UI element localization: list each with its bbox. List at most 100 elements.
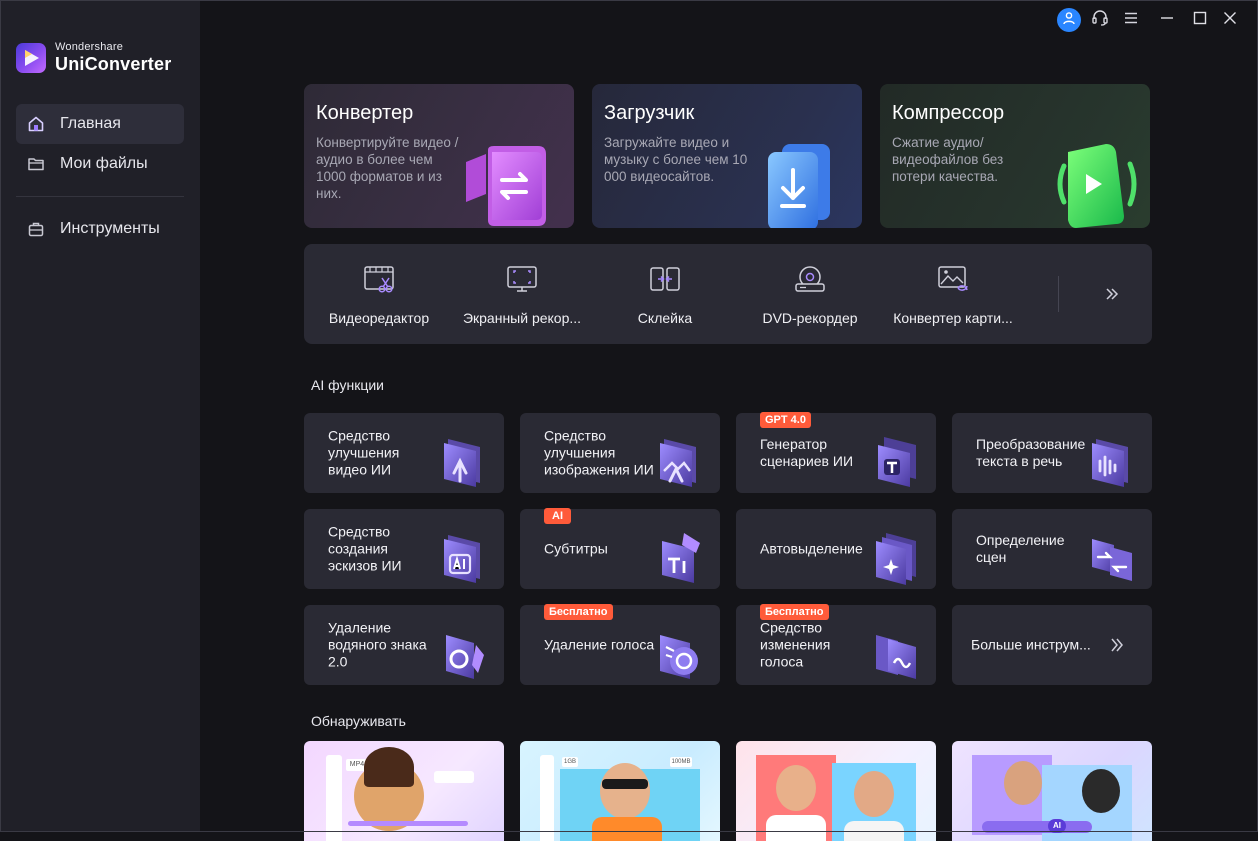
ai-card-label: Удаление водяного знака 2.0: [328, 619, 427, 670]
support-button[interactable]: [1088, 8, 1112, 32]
close-button[interactable]: [1218, 8, 1242, 32]
shirt-preview: [766, 815, 826, 841]
shirt-preview: [844, 821, 904, 841]
discover-card-2[interactable]: 1GB 100MB: [520, 741, 720, 841]
ai-card-text-to-speech[interactable]: Преобразование текста в речь: [952, 413, 1152, 493]
sunglasses-preview: [602, 779, 648, 789]
toolbox-icon: [26, 219, 46, 239]
more-tools-button[interactable]: [1094, 278, 1130, 310]
tool-merge[interactable]: Склейка: [595, 244, 735, 344]
sidebar-item-my-files[interactable]: Мои файлы: [16, 144, 184, 184]
person-photo: [776, 765, 816, 811]
sidebar-item-label: Мои файлы: [60, 155, 148, 172]
video-editor-icon: [364, 266, 394, 293]
discover-card-1[interactable]: MP4: [304, 741, 504, 841]
ai-card-thumbnail-maker[interactable]: Средство создания эскизов ИИ: [304, 509, 504, 589]
ai-card-label: Удаление голоса: [544, 636, 655, 653]
thumbnail-maker-icon: [444, 535, 480, 583]
sidebar-item-label: Главная: [60, 115, 121, 132]
minimize-icon: [1160, 11, 1174, 30]
app-sidebar-preview: [540, 755, 554, 841]
download-icon: [768, 144, 830, 228]
size-tag: 100MB: [670, 757, 692, 767]
hero-title: Компрессор: [892, 102, 1005, 124]
ai-card-label: Генератор сценариев ИИ: [760, 436, 854, 469]
sidebar-item-home[interactable]: Главная: [16, 104, 184, 144]
toolbar-preview: [434, 771, 474, 783]
ai-card-label: Больше инструм...: [971, 636, 1091, 653]
ai-section-title: AI функции: [311, 377, 384, 393]
video-enhance-icon: [444, 439, 480, 487]
ai-card-label: Средство улучшения видео ИИ: [328, 427, 400, 478]
chevron-double-right-icon: [1106, 288, 1119, 300]
person-hair: [364, 747, 414, 787]
minimize-button[interactable]: [1155, 8, 1179, 32]
script-generator-icon: [878, 437, 916, 487]
tool-video-editor[interactable]: Видеоредактор: [309, 244, 449, 344]
quick-tools-bar: Видеоредактор Экранный рекор... Склейка …: [304, 244, 1152, 344]
dvd-icon: [795, 266, 825, 292]
tool-label: Склейка: [637, 310, 693, 326]
text-to-speech-icon: [1092, 439, 1128, 487]
subtitles-icon: [662, 533, 700, 583]
folder-icon: [26, 154, 46, 174]
uniconverter-logo-icon: [16, 42, 46, 73]
size-tag: 1GB: [562, 757, 578, 767]
ai-card-scene-detection[interactable]: Определение сцен: [952, 509, 1152, 589]
tool-screen-recorder[interactable]: Экранный рекор...: [452, 244, 592, 344]
sidebar-item-tools[interactable]: Инструменты: [16, 209, 184, 249]
ai-card-label: Автовыделение: [760, 540, 863, 557]
ai-card-label: Средство изменения голоса: [760, 619, 831, 670]
ai-card-label: Преобразование текста в речь: [976, 436, 1086, 469]
gpt-badge: GPT 4.0: [760, 412, 811, 428]
scene-detection-icon: [1092, 539, 1132, 581]
progress-preview: [348, 821, 468, 826]
ai-card-vocal-remover[interactable]: Бесплатно Удаление голоса: [520, 604, 720, 685]
ai-card-voice-changer[interactable]: Бесплатно Средство изменения голоса: [736, 604, 936, 685]
hero-title: Конвертер: [316, 102, 414, 124]
app-sidebar-preview: [326, 755, 342, 841]
converter-card[interactable]: Конвертер Конвертируйте видео / аудио в …: [304, 84, 574, 228]
person-photo: [1082, 769, 1120, 813]
compress-icon: [1057, 144, 1137, 228]
product-name: UniConverter: [55, 54, 172, 74]
menu-button[interactable]: [1119, 8, 1143, 32]
ai-card-subtitles[interactable]: AI Субтитры: [520, 508, 720, 589]
ai-badge: AI: [544, 508, 571, 524]
sidebar: Wondershare UniConverter Главная Мои фай…: [0, 0, 200, 832]
sidebar-divider: [16, 196, 184, 197]
person-photo: [600, 763, 650, 819]
ai-card-label: Средство создания эскизов ИИ: [328, 523, 402, 574]
tool-dvd-recorder[interactable]: DVD-рекордер: [740, 244, 880, 344]
discover-card-4[interactable]: AI: [952, 741, 1152, 841]
ai-card-script-generator[interactable]: GPT 4.0 Генератор сценариев ИИ: [736, 412, 936, 493]
waveform-bar: [982, 821, 1092, 833]
tool-label: DVD-рекордер: [762, 310, 858, 326]
headset-icon: [1091, 9, 1109, 32]
tool-image-converter[interactable]: Конвертер карти...: [883, 244, 1023, 344]
ai-card-label: Определение сцен: [976, 532, 1065, 565]
discover-section-title: Обнаруживать: [311, 713, 406, 729]
compressor-card[interactable]: Компрессор Сжатие аудио/ видеофайлов без…: [880, 84, 1150, 228]
watermark-remover-icon: [446, 635, 484, 679]
ai-card-label: Субтитры: [544, 540, 608, 557]
hero-description: Загружайте видео и музыку с более чем 10…: [604, 135, 748, 184]
image-enhance-icon: [660, 439, 696, 487]
downloader-card[interactable]: Загрузчик Загружайте видео и музыку с бо…: [592, 84, 862, 228]
discover-card-3[interactable]: [736, 741, 936, 841]
hero-title: Загрузчик: [604, 102, 695, 124]
tool-label: Экранный рекор...: [462, 310, 582, 326]
free-badge: Бесплатно: [760, 604, 829, 620]
ai-card-image-enhancer[interactable]: Средство улучшения изображения ИИ: [520, 413, 720, 493]
tools-divider: [1058, 276, 1059, 312]
user-account-button[interactable]: [1057, 8, 1081, 32]
ai-card-auto-highlight[interactable]: Автовыделение: [736, 509, 936, 589]
more-ai-tools-button[interactable]: Больше инструм...: [952, 605, 1152, 685]
user-icon: [1062, 11, 1076, 30]
ai-card-video-enhancer[interactable]: Средство улучшения видео ИИ: [304, 413, 504, 493]
maximize-button[interactable]: [1188, 8, 1212, 32]
ai-badge: AI: [1048, 819, 1066, 833]
ai-card-watermark-remover[interactable]: Удаление водяного знака 2.0: [304, 605, 504, 685]
merge-icon: [650, 267, 680, 291]
maximize-icon: [1193, 11, 1207, 30]
